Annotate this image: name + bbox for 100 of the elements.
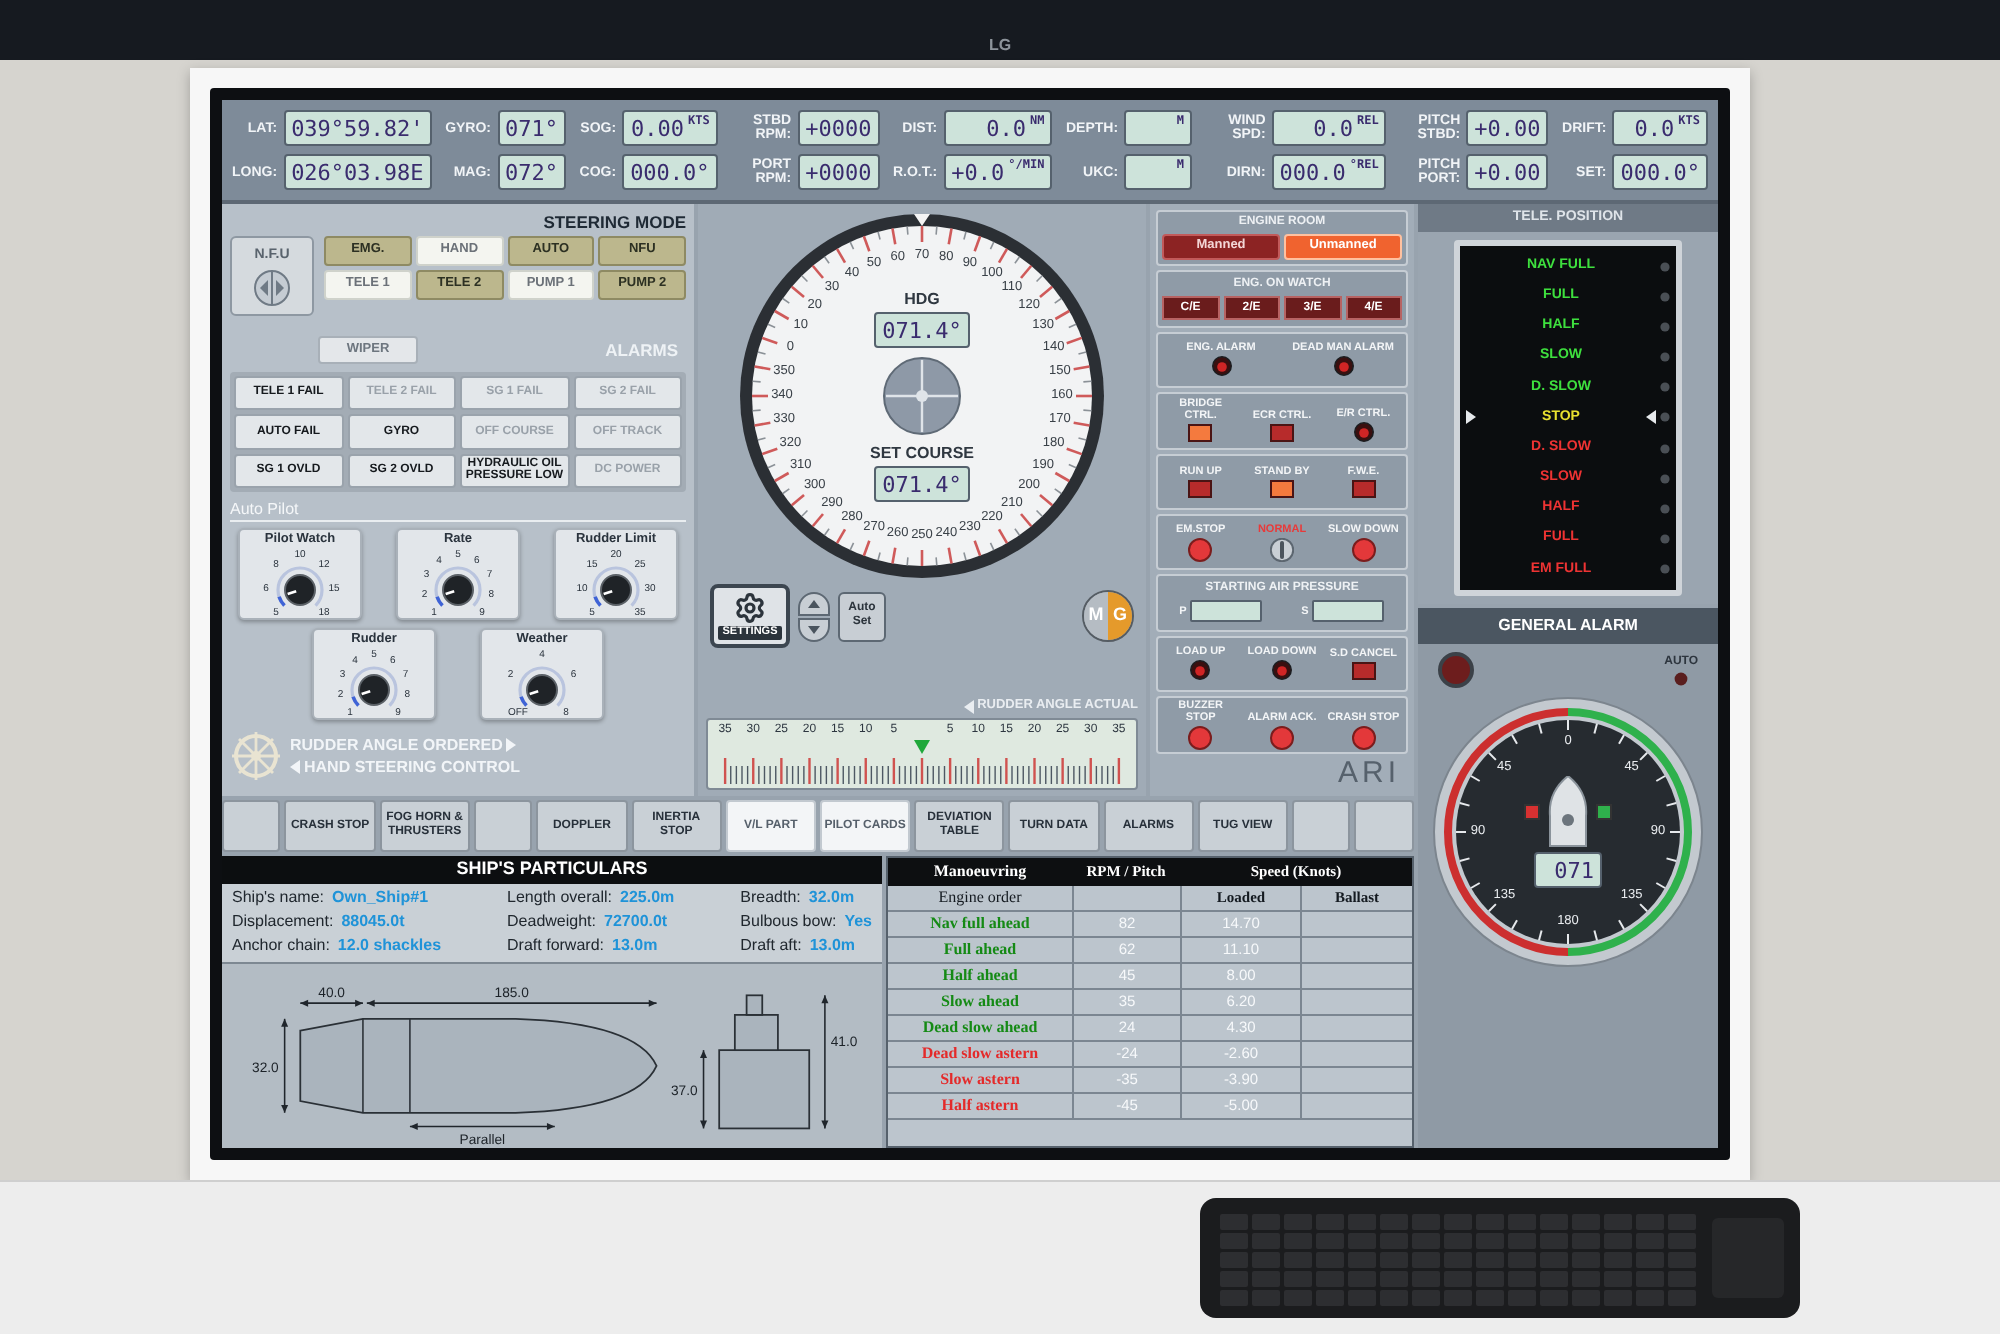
table-cell-text: Full ahead xyxy=(941,938,1019,962)
section-title: STEERING MODE xyxy=(543,212,686,232)
rotary-switch-icon xyxy=(1270,537,1294,562)
display-value: +0.0 xyxy=(951,161,1005,183)
table-cell-text: Dead slow astern xyxy=(919,1042,1041,1066)
field-label: Deadweight: xyxy=(507,912,597,932)
lamp-icon xyxy=(1659,321,1670,332)
display-value: 071.4° xyxy=(882,473,962,495)
alarm-lamp-icon xyxy=(1190,660,1211,681)
push-button[interactable] xyxy=(1270,726,1294,750)
table-cell-text: Half ahead xyxy=(940,964,1020,988)
pressure-display xyxy=(1312,600,1385,623)
column-header: Manoeuvring xyxy=(931,860,1029,884)
display-value: 072° xyxy=(505,161,559,183)
display-value: 0.00 xyxy=(630,117,684,139)
display-value: 000.0° xyxy=(630,161,710,183)
ship-wheel-icon xyxy=(230,730,282,782)
lamp-icon xyxy=(1659,382,1670,393)
field-value: 88045.0t xyxy=(341,912,405,932)
table-cell-text: Slow ahead xyxy=(939,990,1021,1014)
blank-button[interactable] xyxy=(473,800,533,852)
dimension-line xyxy=(281,1018,289,1114)
display-value: 026°03.98E xyxy=(291,161,424,183)
display-value: +0000 xyxy=(805,117,872,139)
display-value: 0.0 xyxy=(1313,117,1354,139)
section-title: Auto Pilot xyxy=(230,498,686,522)
down-button[interactable] xyxy=(798,617,830,641)
lamp-icon xyxy=(1659,504,1670,514)
blank-button[interactable] xyxy=(1354,800,1414,852)
right-triangle-icon xyxy=(506,738,517,752)
display-value: +0.00 xyxy=(1474,161,1541,183)
push-button[interactable] xyxy=(1188,537,1213,562)
display-value: 000.0° xyxy=(1620,161,1700,183)
midship-section-drawing xyxy=(718,994,811,1130)
push-button[interactable] xyxy=(1188,726,1213,750)
boat-icon xyxy=(1548,776,1588,848)
crosshair-disc-icon xyxy=(882,356,962,436)
blank-button[interactable] xyxy=(222,800,281,852)
brand-logo: ARI xyxy=(1337,758,1402,790)
field-label: Anchor chain: xyxy=(232,936,330,956)
up-triangle-icon xyxy=(808,599,820,607)
lamp-icon xyxy=(1659,443,1670,454)
left-right-arrows-icon xyxy=(254,270,290,307)
panel-title: SHIP'S PARTICULARS xyxy=(222,856,882,884)
alarm-lamp-icon xyxy=(1333,356,1353,377)
field-value: 12.0 shackles xyxy=(337,936,442,956)
blank-button[interactable] xyxy=(1291,800,1351,852)
table-cell-text: Half astern xyxy=(939,1094,1021,1118)
table-cell-text: Dead slow ahead xyxy=(920,1016,1040,1040)
alarm-lamp-icon xyxy=(1353,422,1374,443)
field-label: Ship's name: xyxy=(232,888,324,908)
push-button[interactable] xyxy=(1351,726,1376,750)
lamp-icon xyxy=(1674,671,1689,685)
field-value: 13.0m xyxy=(809,936,856,956)
rudder-ordered-label: RUDDER ANGLE ORDERED xyxy=(290,737,503,753)
display-value: +0.00 xyxy=(1474,117,1541,139)
field-value: 225.0m xyxy=(620,888,675,908)
pressure-display xyxy=(1190,600,1263,623)
display-value: +0000 xyxy=(805,161,872,183)
up-button[interactable] xyxy=(798,591,830,615)
display-value: 0.0 xyxy=(986,117,1026,139)
alarm-lamp-icon xyxy=(1211,356,1231,377)
field-value: Own_Ship#1 xyxy=(332,888,429,908)
gear-icon xyxy=(734,592,766,624)
table-cell-text: Slow astern xyxy=(938,1068,1022,1092)
pointer-triangle-icon xyxy=(1466,410,1476,425)
lamp-icon xyxy=(1660,412,1670,423)
alarm-button[interactable] xyxy=(1438,652,1474,688)
indicator-square-icon xyxy=(1524,804,1540,820)
field-value: 72700.0t xyxy=(604,912,668,932)
set-course-label: SET COURSE xyxy=(869,444,974,462)
field-value: 13.0m xyxy=(612,936,658,956)
display-value: 071.4° xyxy=(882,319,962,341)
field-label: Length overall: xyxy=(507,888,613,908)
tv-logo: LG xyxy=(988,38,1012,54)
field-label: Draft aft: xyxy=(740,936,802,956)
field-label: Bulbous bow: xyxy=(740,912,837,932)
down-triangle-icon xyxy=(808,625,820,633)
display-value: 071° xyxy=(505,117,559,139)
field-label: Displacement: xyxy=(232,912,334,932)
lamp-icon xyxy=(1660,352,1670,363)
display-value: 0.0 xyxy=(1634,117,1675,139)
display-value: 000.0 xyxy=(1279,161,1346,183)
panel-title: GENERAL ALARM xyxy=(1418,608,1718,644)
pointer-triangle-icon xyxy=(1646,410,1656,425)
table-cell-text: Nav full ahead xyxy=(928,912,1032,936)
field-value: 32.0m xyxy=(808,888,855,908)
lamp-icon xyxy=(1659,291,1670,302)
lamp-icon xyxy=(1659,534,1670,545)
left-triangle-icon xyxy=(963,699,974,713)
lamp-icon xyxy=(1660,473,1670,484)
row-header: Engine order xyxy=(936,886,1024,910)
field-value: Yes xyxy=(844,912,872,932)
left-triangle-icon xyxy=(290,760,300,774)
alarm-lamp-icon xyxy=(1272,660,1292,681)
hand-steering-label: HAND STEERING CONTROL xyxy=(304,759,520,775)
field-label: Draft forward: xyxy=(507,936,604,956)
heading-label: HDG xyxy=(904,290,940,308)
push-button[interactable] xyxy=(1351,537,1376,562)
indicator-square-icon xyxy=(1596,804,1612,820)
